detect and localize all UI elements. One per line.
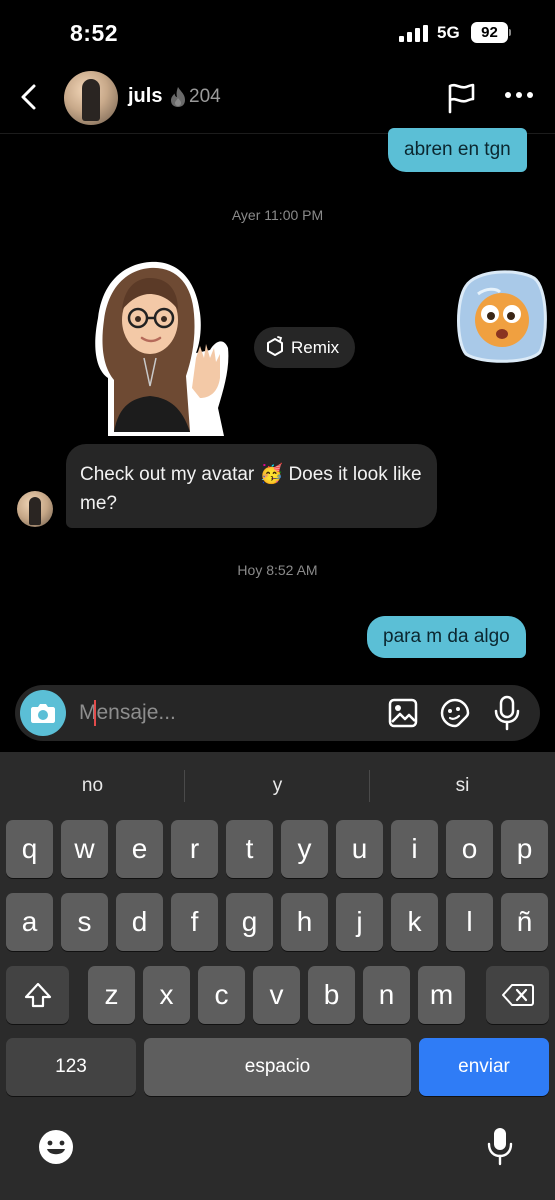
emoji-icon[interactable] bbox=[37, 1128, 75, 1166]
key-s[interactable]: s bbox=[61, 893, 108, 951]
camera-button[interactable] bbox=[20, 690, 66, 736]
sticker-icon[interactable] bbox=[439, 697, 471, 729]
shift-key[interactable] bbox=[6, 966, 69, 1024]
shift-icon bbox=[24, 982, 51, 1008]
key-w[interactable]: w bbox=[61, 820, 108, 878]
key-e[interactable]: e bbox=[116, 820, 163, 878]
keyboard: no y si q w e r t y u i o p a s d f g h … bbox=[0, 752, 555, 1200]
username[interactable]: juls bbox=[128, 85, 162, 108]
network-type: 5G bbox=[437, 23, 460, 42]
key-n[interactable]: n bbox=[363, 966, 410, 1024]
key-f[interactable]: f bbox=[171, 893, 218, 951]
key-m[interactable]: m bbox=[418, 966, 465, 1024]
key-q[interactable]: q bbox=[6, 820, 53, 878]
key-i[interactable]: i bbox=[391, 820, 438, 878]
timestamp: Hoy 8:52 AM bbox=[237, 562, 318, 578]
suggestion-item[interactable]: si bbox=[370, 766, 555, 806]
camera-icon bbox=[31, 704, 55, 723]
flame-icon bbox=[171, 87, 185, 107]
send-key[interactable]: enviar bbox=[419, 1038, 549, 1096]
message-composer bbox=[15, 685, 540, 741]
remix-label: Remix bbox=[291, 338, 340, 357]
mic-icon[interactable] bbox=[493, 695, 521, 731]
timestamp: Ayer 11:00 PM bbox=[231, 207, 324, 223]
message-input[interactable] bbox=[79, 693, 379, 733]
sender-avatar[interactable] bbox=[17, 491, 53, 527]
key-g[interactable]: g bbox=[226, 893, 273, 951]
back-icon[interactable] bbox=[14, 80, 44, 114]
key-a[interactable]: a bbox=[6, 893, 53, 951]
battery-level: 92 bbox=[471, 22, 508, 43]
key-x[interactable]: x bbox=[143, 966, 190, 1024]
space-key[interactable]: espacio bbox=[144, 1038, 411, 1096]
incoming-message[interactable]: Check out my avatar 🥳 Does it look like … bbox=[66, 444, 437, 528]
key-b[interactable]: b bbox=[308, 966, 355, 1024]
status-bar: 8:52 5G 92 bbox=[0, 0, 555, 66]
avatar-sticker[interactable] bbox=[78, 258, 230, 438]
suggestion-item[interactable]: no bbox=[0, 766, 185, 806]
key-h[interactable]: h bbox=[281, 893, 328, 951]
backspace-icon bbox=[501, 984, 534, 1006]
text-cursor bbox=[94, 700, 96, 726]
key-c[interactable]: c bbox=[198, 966, 245, 1024]
gallery-icon[interactable] bbox=[387, 697, 419, 729]
suggestion-item[interactable]: y bbox=[185, 766, 370, 806]
key-d[interactable]: d bbox=[116, 893, 163, 951]
outgoing-message[interactable]: abren en tgn bbox=[388, 128, 527, 172]
avatar[interactable] bbox=[64, 71, 118, 125]
emoji-sticker[interactable] bbox=[456, 266, 548, 364]
key-r[interactable]: r bbox=[171, 820, 218, 878]
streak-count: 204 bbox=[189, 86, 221, 107]
remix-icon bbox=[267, 336, 283, 356]
flag-icon[interactable] bbox=[446, 82, 476, 114]
backspace-key[interactable] bbox=[486, 966, 549, 1024]
dictation-icon[interactable] bbox=[486, 1126, 514, 1168]
status-time: 8:52 bbox=[70, 20, 119, 46]
key-t[interactable]: t bbox=[226, 820, 273, 878]
key-j[interactable]: j bbox=[336, 893, 383, 951]
key-v[interactable]: v bbox=[253, 966, 300, 1024]
outgoing-message[interactable]: para m da algo bbox=[367, 616, 526, 658]
key-z[interactable]: z bbox=[88, 966, 135, 1024]
battery-icon: 92 bbox=[471, 22, 511, 43]
key-k[interactable]: k bbox=[391, 893, 438, 951]
numbers-key[interactable]: 123 bbox=[6, 1038, 136, 1096]
more-icon[interactable] bbox=[505, 92, 533, 100]
key-o[interactable]: o bbox=[446, 820, 493, 878]
key-n-tilde[interactable]: ñ bbox=[501, 893, 548, 951]
key-y[interactable]: y bbox=[281, 820, 328, 878]
chat-header: juls 204 bbox=[0, 66, 555, 134]
suggestion-bar: no y si bbox=[0, 766, 555, 806]
key-l[interactable]: l bbox=[446, 893, 493, 951]
signal-icon bbox=[399, 25, 428, 42]
key-p[interactable]: p bbox=[501, 820, 548, 878]
key-u[interactable]: u bbox=[336, 820, 383, 878]
remix-button[interactable]: Remix bbox=[254, 327, 355, 368]
